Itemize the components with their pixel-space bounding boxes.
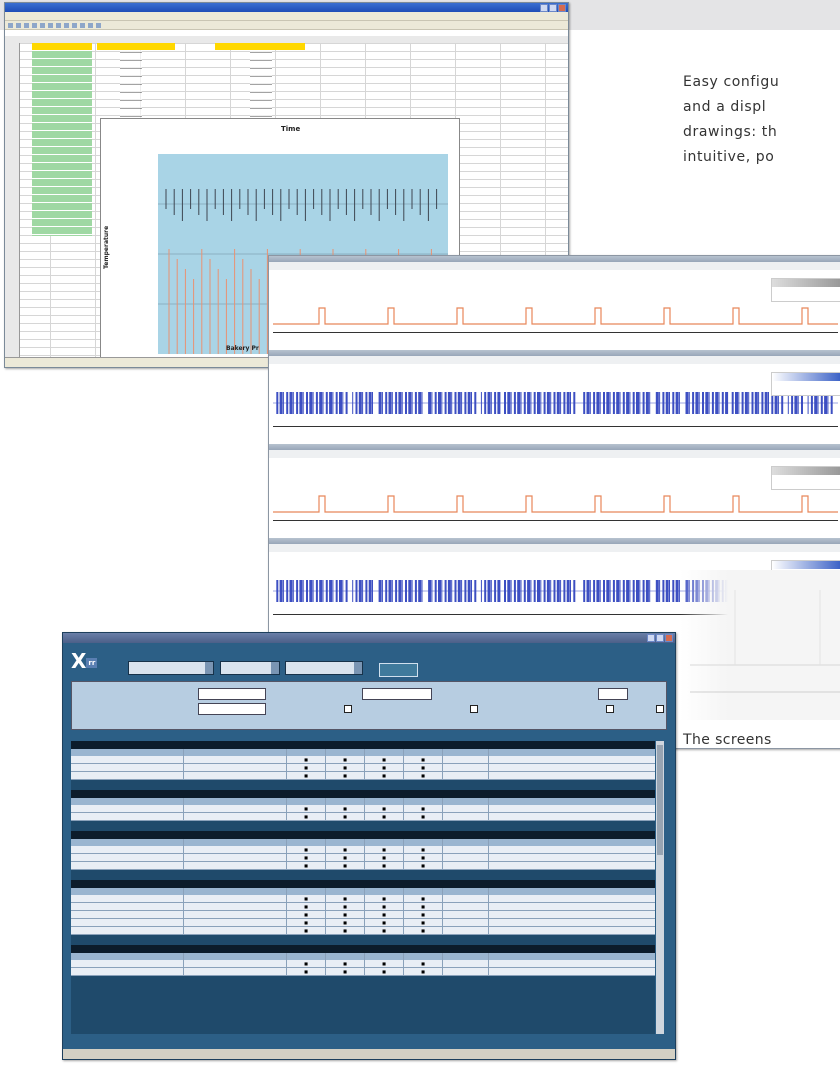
section-column-headers bbox=[71, 953, 655, 960]
config-titlebar bbox=[63, 633, 675, 643]
scroll-thumb[interactable] bbox=[657, 745, 663, 855]
table-row[interactable]: ■ ■ ■ ■ bbox=[71, 919, 655, 927]
second-field[interactable] bbox=[362, 688, 432, 700]
trend-trace-area bbox=[273, 272, 838, 330]
checkbox-1[interactable] bbox=[344, 705, 352, 713]
trend-panel[interactable] bbox=[269, 350, 840, 442]
config-section: ■ ■ ■ ■ ■ ■ ■ ■ bbox=[71, 945, 655, 976]
header-cell-col-c bbox=[215, 43, 305, 50]
chart-x-axis-label: Bakery Pr bbox=[226, 345, 259, 352]
maximize-icon[interactable] bbox=[549, 4, 557, 12]
trend-panel-menu[interactable] bbox=[269, 262, 840, 270]
config-select-3[interactable] bbox=[285, 661, 363, 675]
trend-panel[interactable] bbox=[269, 256, 840, 348]
table-row[interactable]: ■ ■ ■ ■ bbox=[71, 895, 655, 903]
section-header bbox=[71, 741, 655, 749]
section-header bbox=[71, 880, 655, 888]
intro-copy: Easy configu and a displ drawings: th in… bbox=[683, 70, 840, 170]
section-header bbox=[71, 945, 655, 953]
config-header: Xrr bbox=[63, 643, 675, 677]
trend-time-axis bbox=[273, 520, 838, 535]
config-section: ■ ■ ■ ■ ■ ■ ■ ■ ■ ■ ■ ■ ■ ■ ■ ■ ■ ■ ■ ■ bbox=[71, 880, 655, 935]
section-header bbox=[71, 790, 655, 798]
table-row[interactable]: ■ ■ ■ ■ bbox=[71, 854, 655, 862]
table-row[interactable]: ■ ■ ■ ■ bbox=[71, 968, 655, 976]
trend-trace-area bbox=[273, 460, 838, 518]
trend-trace-area bbox=[273, 366, 838, 424]
table-row[interactable]: ■ ■ ■ ■ bbox=[71, 846, 655, 854]
config-section: ■ ■ ■ ■ ■ ■ ■ ■ bbox=[71, 790, 655, 821]
date-time-column bbox=[32, 50, 92, 236]
trend-panel-menu[interactable] bbox=[269, 356, 840, 364]
trend-panel-menu[interactable] bbox=[269, 544, 840, 552]
faded-chart bbox=[680, 570, 840, 720]
checkbox-2[interactable] bbox=[470, 705, 478, 713]
intro-line-1: Easy configu bbox=[683, 74, 780, 90]
chart-title: Time bbox=[281, 125, 301, 133]
checkbox-3[interactable] bbox=[606, 705, 614, 713]
table-row[interactable]: ■ ■ ■ ■ bbox=[71, 813, 655, 821]
address-field[interactable] bbox=[598, 688, 628, 700]
intro-line-4: intuitive, po bbox=[683, 149, 775, 165]
configuration-window: Xrr ■ ■ ■ ■ ■ ■ ■ ■ ■ ■ ■ ■ ■ ■ ■ ■ ■ ■ ■ ■ ■ ■ ■ ■ ■ ■ ■ ■ ■ ■ ■ ■ ■ ■ ■ ■… bbox=[62, 632, 676, 1060]
recording-interval-select[interactable] bbox=[198, 703, 266, 715]
config-section: ■ ■ ■ ■ ■ ■ ■ ■ ■ ■ ■ ■ bbox=[71, 741, 655, 780]
intro-line-2: and a displ bbox=[683, 99, 767, 115]
config-action-button[interactable] bbox=[379, 663, 418, 677]
table-row[interactable]: ■ ■ ■ ■ bbox=[71, 927, 655, 935]
trend-legend bbox=[771, 466, 840, 490]
intro-line-3: drawings: th bbox=[683, 124, 778, 140]
table-row[interactable]: ■ ■ ■ ■ bbox=[71, 960, 655, 968]
config-select-1[interactable] bbox=[128, 661, 214, 675]
trend-panel[interactable] bbox=[269, 444, 840, 536]
name-field[interactable] bbox=[198, 688, 266, 700]
config-table[interactable]: ■ ■ ■ ■ ■ ■ ■ ■ ■ ■ ■ ■ ■ ■ ■ ■ ■ ■ ■ ■ ■ ■ ■ ■ ■ ■ ■ ■ ■ ■ ■ ■ ■ ■ ■ ■ ■ ■ ■ ■… bbox=[71, 741, 655, 1034]
config-form bbox=[71, 681, 667, 730]
close-icon[interactable] bbox=[558, 4, 566, 12]
table-row[interactable]: ■ ■ ■ ■ bbox=[71, 772, 655, 780]
spreadsheet-toolbar[interactable] bbox=[5, 21, 568, 30]
section-column-headers bbox=[71, 749, 655, 756]
table-row[interactable]: ■ ■ ■ ■ bbox=[71, 764, 655, 772]
row-headers bbox=[5, 43, 20, 358]
trend-time-axis bbox=[273, 332, 838, 347]
minimize-icon[interactable] bbox=[647, 634, 655, 642]
table-row[interactable]: ■ ■ ■ ■ bbox=[71, 805, 655, 813]
trend-panel-menu[interactable] bbox=[269, 450, 840, 458]
spreadsheet-titlebar bbox=[5, 3, 568, 12]
table-row[interactable]: ■ ■ ■ ■ bbox=[71, 911, 655, 919]
section-column-headers bbox=[71, 839, 655, 846]
table-row[interactable]: ■ ■ ■ ■ bbox=[71, 903, 655, 911]
trend-legend bbox=[771, 372, 840, 396]
screens-copy: The screens bbox=[683, 732, 772, 748]
brand-logo: Xrr bbox=[71, 649, 98, 673]
checkbox-4[interactable] bbox=[656, 705, 664, 713]
maximize-icon[interactable] bbox=[656, 634, 664, 642]
close-icon[interactable] bbox=[665, 634, 673, 642]
config-statusbar bbox=[63, 1049, 675, 1059]
config-select-2[interactable] bbox=[220, 661, 280, 675]
trend-legend bbox=[771, 278, 840, 302]
header-cell-date-time bbox=[32, 43, 92, 50]
section-column-headers bbox=[71, 798, 655, 805]
minimize-icon[interactable] bbox=[540, 4, 548, 12]
table-row[interactable]: ■ ■ ■ ■ bbox=[71, 756, 655, 764]
config-section: ■ ■ ■ ■ ■ ■ ■ ■ ■ ■ ■ ■ bbox=[71, 831, 655, 870]
config-scrollbar[interactable] bbox=[656, 741, 664, 1034]
header-cell-col-b bbox=[97, 43, 175, 50]
spreadsheet-menubar[interactable] bbox=[5, 12, 568, 21]
table-row[interactable]: ■ ■ ■ ■ bbox=[71, 862, 655, 870]
trend-time-axis bbox=[273, 426, 838, 441]
faded-caption bbox=[680, 1060, 840, 1091]
chart-y-axis-label: Temperature bbox=[103, 225, 110, 269]
section-column-headers bbox=[71, 888, 655, 895]
section-header bbox=[71, 831, 655, 839]
